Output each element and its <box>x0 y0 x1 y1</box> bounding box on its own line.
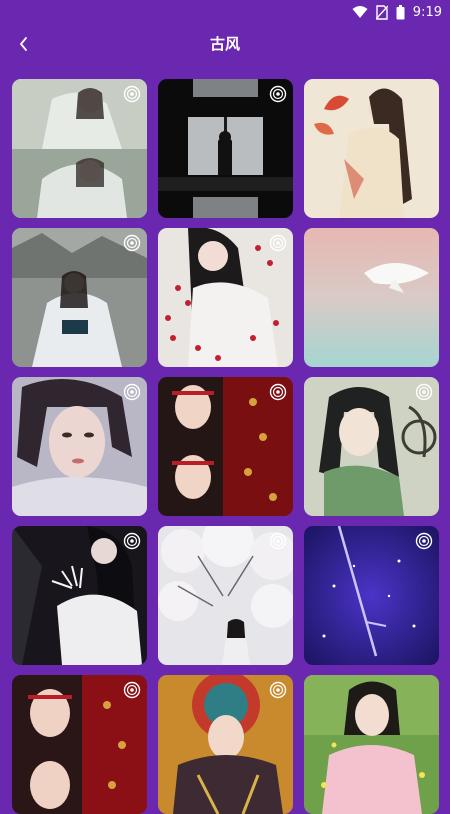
wallpaper-tile[interactable] <box>304 228 439 367</box>
no-sim-icon <box>375 4 388 20</box>
wifi-icon <box>352 6 368 18</box>
clock: 9:19 <box>412 4 442 20</box>
wallpaper-tile[interactable] <box>158 228 293 367</box>
wallpaper-thumbnail <box>304 675 439 814</box>
wallpaper-tile[interactable] <box>12 377 147 516</box>
live-wallpaper-icon <box>123 383 141 401</box>
back-button[interactable] <box>10 30 38 58</box>
wallpaper-tile[interactable] <box>12 675 147 814</box>
wallpaper-tile[interactable] <box>12 79 147 218</box>
wallpaper-tile[interactable] <box>158 377 293 516</box>
wallpaper-tile[interactable] <box>158 526 293 665</box>
live-wallpaper-icon <box>269 383 287 401</box>
status-icons: 9:19 <box>352 2 442 22</box>
wallpaper-thumbnail <box>304 228 439 367</box>
live-wallpaper-icon <box>269 532 287 550</box>
wallpaper-thumbnail <box>304 79 439 218</box>
live-wallpaper-icon <box>123 85 141 103</box>
wallpaper-tile[interactable] <box>158 79 293 218</box>
live-wallpaper-icon <box>415 383 433 401</box>
wallpaper-grid <box>12 79 439 814</box>
live-wallpaper-icon <box>269 234 287 252</box>
app-bar: 古风 <box>0 24 450 64</box>
live-wallpaper-icon <box>269 681 287 699</box>
wallpaper-tile[interactable] <box>304 526 439 665</box>
wallpaper-tile[interactable] <box>304 377 439 516</box>
status-bar: 9:19 <box>0 0 450 24</box>
wallpaper-tile[interactable] <box>304 675 439 814</box>
wallpaper-tile[interactable] <box>12 228 147 367</box>
battery-icon <box>396 4 405 19</box>
live-wallpaper-icon <box>123 681 141 699</box>
live-wallpaper-icon <box>123 532 141 550</box>
live-wallpaper-icon <box>415 532 433 550</box>
live-wallpaper-icon <box>123 234 141 252</box>
live-wallpaper-icon <box>269 85 287 103</box>
wallpaper-tile[interactable] <box>158 675 293 814</box>
page-title: 古风 <box>209 35 240 53</box>
chevron-left-icon <box>20 37 27 51</box>
wallpaper-tile[interactable] <box>304 79 439 218</box>
wallpaper-tile[interactable] <box>12 526 147 665</box>
